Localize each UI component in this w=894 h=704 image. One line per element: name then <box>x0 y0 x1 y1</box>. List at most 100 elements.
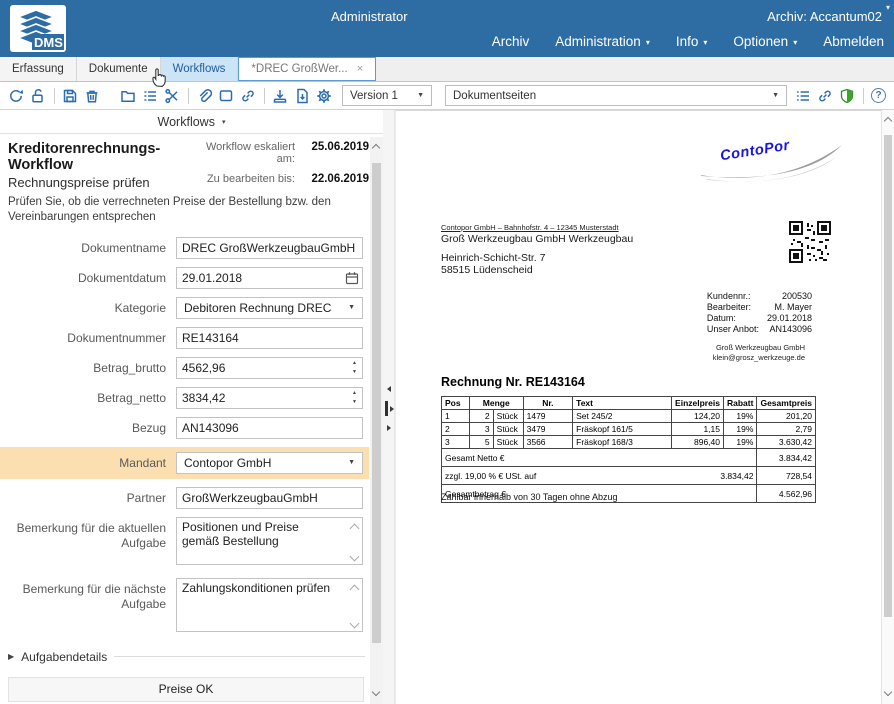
folder-icon[interactable] <box>120 88 136 104</box>
invoice-meta: Kundennr.:200530 Bearbeiter:M. Mayer Dat… <box>707 291 812 335</box>
scroll-up-icon[interactable] <box>372 144 380 152</box>
recipient-address: Heinrich-Schicht-Str. 7 58515 Lüdenschei… <box>441 252 545 276</box>
link-icon[interactable] <box>817 88 833 104</box>
betrag-netto-stepper[interactable]: ▲ ▼ <box>347 388 362 408</box>
menu-administration[interactable]: Administration▾ <box>555 34 650 49</box>
menu-archiv[interactable]: Archiv <box>492 34 530 49</box>
field-label: Dokumentdatum <box>8 267 176 286</box>
settings-gear-icon[interactable] <box>316 88 332 104</box>
partner-input[interactable] <box>176 487 363 509</box>
attachment-icon[interactable] <box>196 88 212 104</box>
field-row-mandant-highlighted: Mandant Contopor GmbH ▼ <box>0 447 369 479</box>
scroll-down-icon[interactable] <box>884 688 892 696</box>
scrollbar-thumb[interactable] <box>372 163 381 643</box>
panel-splitter[interactable] <box>383 110 395 704</box>
calendar-icon[interactable] <box>345 271 359 290</box>
delete-icon[interactable] <box>84 88 100 104</box>
table-header-row: Pos Menge Nr. Text Einzelpreis Rabatt Ge… <box>442 397 816 410</box>
meta-label: Datum: <box>707 313 759 324</box>
corner-chevron-down-icon[interactable]: ▾ <box>886 3 890 12</box>
close-icon[interactable]: × <box>357 63 363 75</box>
menu-label: Info <box>676 34 699 49</box>
summary-base-amount: 3.834,42 <box>720 471 753 481</box>
due-label: Zu bearbeiten bis: <box>187 173 295 190</box>
field-row-kategorie: Kategorie Debitoren Rechnung DREC ▼ <box>8 297 369 319</box>
field-row-partner: Partner <box>8 487 369 509</box>
chevron-down-icon: ▾ <box>703 36 707 47</box>
spin-up-icon[interactable]: ▲ <box>352 360 357 366</box>
splitter-bar[interactable] <box>385 401 388 416</box>
refresh-icon[interactable] <box>8 88 24 104</box>
help-icon[interactable]: ? <box>871 88 886 103</box>
export-file-icon[interactable] <box>294 88 310 104</box>
tab-erfassung[interactable]: Erfassung <box>0 57 77 81</box>
dokumentdatum-input[interactable] <box>176 267 363 289</box>
field-row-dokumentname: Dokumentname <box>8 237 369 259</box>
download-icon[interactable] <box>272 88 288 104</box>
checklist-icon[interactable] <box>142 88 158 104</box>
scroll-down-icon[interactable] <box>372 688 380 696</box>
textarea-scroll-arrows <box>351 525 358 560</box>
save-icon[interactable] <box>62 88 78 104</box>
svg-text:DMS: DMS <box>34 35 63 50</box>
expand-right-icon[interactable] <box>390 406 394 412</box>
bezug-input[interactable] <box>176 417 363 439</box>
tab-workflows[interactable]: Workflows <box>161 57 239 81</box>
dokumentnummer-input[interactable] <box>176 327 363 349</box>
spin-down-icon[interactable]: ▼ <box>352 369 357 375</box>
pages-select[interactable]: Dokumentseiten ▼ <box>445 85 787 106</box>
tab-label: Dokumente <box>89 63 148 75</box>
main-menu: Archiv Administration▾ Info ▾ Optionen▾ A… <box>492 34 884 49</box>
escalated-label: Workflow eskaliert am: <box>187 141 295 170</box>
toolbar-separator <box>54 88 55 104</box>
field-list-icon[interactable] <box>795 88 811 104</box>
menu-optionen[interactable]: Optionen▾ <box>733 34 797 49</box>
user-name: Administrator <box>331 9 408 24</box>
scroll-up-icon[interactable] <box>884 117 892 125</box>
betrag-brutto-stepper[interactable]: ▲ ▼ <box>347 358 362 378</box>
splitter-grip[interactable] <box>383 386 395 431</box>
panel-scrollbar[interactable] <box>370 137 383 704</box>
link-icon[interactable] <box>240 88 256 104</box>
invoice-title: Rechnung Nr. RE143164 <box>441 375 585 389</box>
chevron-down-icon[interactable] <box>350 618 360 628</box>
workflows-panel-selector[interactable]: Workflows ▾ <box>0 110 383 134</box>
dokumentname-input[interactable] <box>176 237 363 259</box>
chevron-up-icon[interactable] <box>350 584 360 594</box>
note-icon[interactable] <box>218 88 234 104</box>
document-scrollbar[interactable] <box>881 110 894 704</box>
shield-icon[interactable] <box>839 88 855 104</box>
field-row-dokumentnummer: Dokumentnummer <box>8 327 369 349</box>
meta-label: Unser Anbot: <box>707 324 759 335</box>
tab-document-drec[interactable]: *DREC GroßWer... × <box>238 57 376 81</box>
escalated-date: 25.06.2019 <box>301 141 369 170</box>
unlock-icon[interactable] <box>30 88 46 104</box>
collapse-left-icon[interactable] <box>387 386 391 392</box>
spin-up-icon[interactable]: ▲ <box>352 390 357 396</box>
mandant-select[interactable]: Contopor GmbH ▼ <box>176 452 363 474</box>
expand-right-icon[interactable] <box>387 425 391 431</box>
meta-value: AN143096 <box>767 324 812 335</box>
chevron-down-icon[interactable] <box>350 551 360 561</box>
spin-down-icon[interactable]: ▼ <box>352 399 357 405</box>
scrollbar-thumb[interactable] <box>884 135 892 617</box>
supplier-name: Groß Werkzeugbau GmbH <box>713 343 805 353</box>
tab-label: Workflows <box>173 63 226 75</box>
chevron-up-icon[interactable] <box>350 523 360 533</box>
version-select[interactable]: Version 1 ▼ <box>342 85 432 106</box>
preise-ok-button[interactable]: Preise OK <box>8 677 364 702</box>
menu-abmelden[interactable]: Abmelden <box>823 34 884 49</box>
menu-info[interactable]: Info ▾ <box>676 34 708 49</box>
aufgabendetails-section-toggle[interactable]: ▶ Aufgabendetails <box>8 650 369 664</box>
bemerkung-naechste-textarea[interactable]: Zahlungskonditionen prüfen <box>176 578 363 632</box>
cut-document-icon[interactable] <box>164 88 180 104</box>
kategorie-select[interactable]: Debitoren Rechnung DREC ▼ <box>176 297 363 319</box>
workflow-deadlines: Workflow eskaliert am: 25.06.2019 Zu bea… <box>187 141 369 190</box>
bemerkung-aktuell-textarea[interactable]: Positionen und Preise gemäß Bestellung <box>176 517 363 565</box>
betrag-brutto-input[interactable] <box>176 357 363 379</box>
logo-swoosh <box>696 129 846 193</box>
tab-dokumente[interactable]: Dokumente <box>77 57 161 81</box>
version-select-value: Version 1 <box>350 90 398 102</box>
tab-bar: Erfassung Dokumente Workflows *DREC Groß… <box>0 57 894 82</box>
betrag-netto-input[interactable] <box>176 387 363 409</box>
